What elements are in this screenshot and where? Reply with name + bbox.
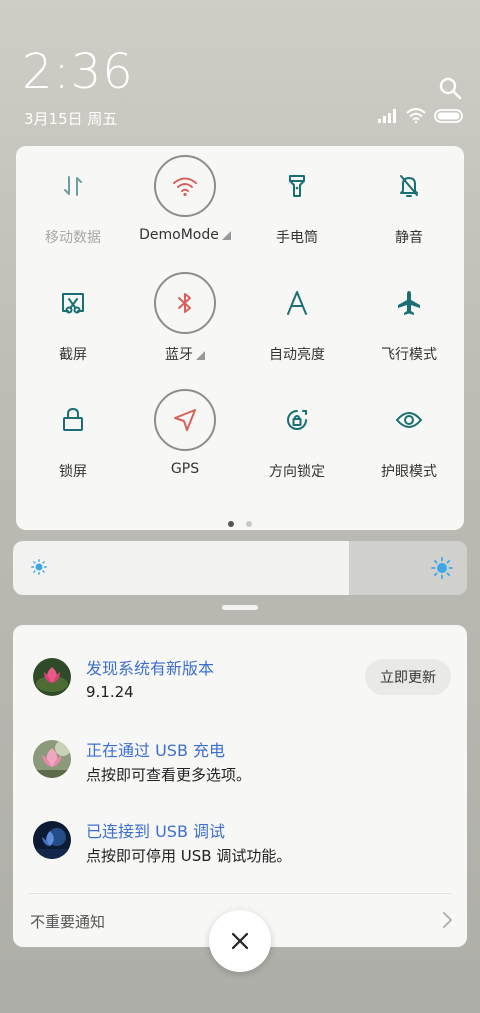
tile-eye[interactable]: 护眼模式 <box>353 389 465 481</box>
tile-airplane[interactable]: 飞行模式 <box>353 272 465 364</box>
tile-wifi[interactable]: DemoMode <box>129 155 241 243</box>
tile-label: 移动数据 <box>45 230 101 246</box>
search-icon[interactable] <box>438 76 462 100</box>
app-avatar <box>33 658 71 696</box>
clock-time: 2:36 <box>22 44 134 100</box>
bluetooth-icon <box>154 272 216 334</box>
notification-text: 点按即可停用 USB 调试功能。 <box>86 847 292 865</box>
tile-auto-brightness[interactable]: 自动亮度 <box>241 272 353 364</box>
tile-label: GPS <box>170 461 200 477</box>
tile-rotation-lock[interactable]: 方向锁定 <box>241 389 353 481</box>
divider <box>29 893 451 894</box>
close-icon <box>231 932 249 950</box>
flashlight-icon <box>266 155 328 217</box>
drag-handle[interactable] <box>222 605 258 610</box>
notification-text: 点按即可查看更多选项。 <box>86 766 252 784</box>
notification-item[interactable]: 已连接到 USB 调试 点按即可停用 USB 调试功能。 <box>13 818 467 878</box>
notification-title: 发现系统有新版本 <box>86 659 215 678</box>
eye-icon <box>378 389 440 451</box>
tile-label: 蓝牙 <box>129 344 241 364</box>
bell-off-icon <box>378 155 440 217</box>
unimportant-notifications-link[interactable]: 不重要通知 <box>30 911 105 932</box>
app-avatar <box>33 821 71 859</box>
notification-item[interactable]: 发现系统有新版本 9.1.24 立即更新 <box>13 655 467 715</box>
rotation-lock-icon <box>266 389 328 451</box>
tile-label: 锁屏 <box>59 464 87 480</box>
tile-gps[interactable]: GPS <box>129 389 241 477</box>
tile-label: 方向锁定 <box>269 464 325 480</box>
expand-arrow-icon[interactable] <box>196 351 205 360</box>
brightness-high-icon <box>431 557 453 579</box>
notification-text: 9.1.24 <box>86 683 134 701</box>
tile-label: 自动亮度 <box>269 347 325 363</box>
lock-icon <box>42 389 104 451</box>
tile-lock[interactable]: 锁屏 <box>17 389 129 481</box>
brightness-low-icon <box>31 559 47 575</box>
status-icons <box>378 108 464 123</box>
brightness-slider[interactable] <box>13 541 467 595</box>
tile-mobile-data[interactable]: 移动数据 <box>17 155 129 247</box>
notification-item[interactable]: 正在通过 USB 充电 点按即可查看更多选项。 <box>13 737 467 797</box>
gps-icon <box>154 389 216 451</box>
page-indicator <box>16 521 464 527</box>
wifi-status-icon <box>406 108 426 123</box>
clear-all-button[interactable] <box>209 910 271 972</box>
chevron-right-icon[interactable] <box>441 911 453 929</box>
battery-icon <box>434 108 463 123</box>
airplane-icon <box>378 272 440 334</box>
date-text: 3月15日 周五 <box>24 110 118 128</box>
tile-bluetooth[interactable]: 蓝牙 <box>129 272 241 364</box>
notification-title: 已连接到 USB 调试 <box>86 822 226 841</box>
tile-screenshot[interactable]: 截屏 <box>17 272 129 364</box>
notification-title: 正在通过 USB 充电 <box>86 741 226 760</box>
tile-label: 护眼模式 <box>381 464 437 480</box>
quick-settings-panel: 移动数据 DemoMode 手电筒 静音截屏 蓝牙 自动亮度 飞行模式锁屏 GPS 方向锁定 护眼… <box>16 146 464 530</box>
mobile-data-icon <box>42 155 104 217</box>
tile-label: 截屏 <box>59 347 87 363</box>
auto-brightness-icon <box>266 272 328 334</box>
update-now-button[interactable]: 立即更新 <box>365 659 451 695</box>
signal-icon <box>378 108 396 123</box>
app-avatar <box>33 740 71 778</box>
page-dot-1[interactable] <box>228 521 234 527</box>
tile-label: 手电筒 <box>276 230 318 246</box>
tile-bell-off[interactable]: 静音 <box>353 155 465 247</box>
wifi-icon <box>154 155 216 217</box>
expand-arrow-icon[interactable] <box>221 231 231 240</box>
notification-panel: 发现系统有新版本 9.1.24 立即更新 正在通过 USB 充电 点按即可查看更… <box>13 625 467 947</box>
tile-label: 飞行模式 <box>381 347 437 363</box>
tile-label: DemoMode <box>129 227 241 243</box>
page-dot-2[interactable] <box>246 521 252 527</box>
screenshot-icon <box>42 272 104 334</box>
tile-label: 静音 <box>395 230 423 246</box>
tile-flashlight[interactable]: 手电筒 <box>241 155 353 247</box>
